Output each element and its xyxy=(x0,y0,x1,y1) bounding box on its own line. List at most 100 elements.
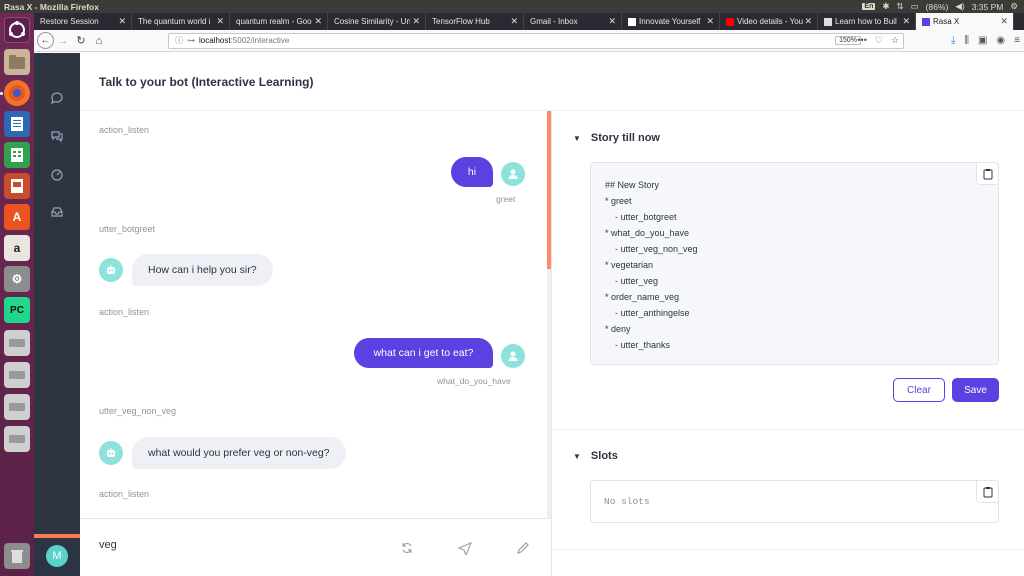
sidebar-icon[interactable]: ▣ xyxy=(978,35,987,46)
story-line: - utter_anthingelse xyxy=(605,308,690,318)
browser-tab-active[interactable]: Rasa X ✕ xyxy=(916,13,1014,30)
page-actions-icon[interactable]: ••• xyxy=(857,35,866,46)
browser-tab[interactable]: quantum realm - Goo ✕ xyxy=(230,13,328,30)
tab-label: TensorFlow Hub xyxy=(432,17,490,26)
browser-tab[interactable]: Restore Session ✕ xyxy=(34,13,132,30)
avatar[interactable]: M xyxy=(46,545,68,567)
close-icon[interactable]: ✕ xyxy=(412,16,420,27)
tab-label: quantum realm - Goo xyxy=(236,17,312,26)
message-composer xyxy=(80,518,552,576)
drive-icon[interactable] xyxy=(4,362,30,388)
drive-icon[interactable] xyxy=(4,330,30,356)
library-icon[interactable]: ⫼ xyxy=(964,35,969,46)
browser-tab[interactable]: Gmail - Inbox ✕ xyxy=(524,13,622,30)
close-icon[interactable]: ✕ xyxy=(608,16,616,27)
close-icon[interactable]: ✕ xyxy=(216,16,224,27)
home-icon[interactable]: ⌂ xyxy=(90,32,108,50)
ubuntu-dash-icon[interactable] xyxy=(4,17,30,43)
wifi-icon[interactable]: ⇅ xyxy=(897,1,904,12)
user-message[interactable]: hi xyxy=(451,157,493,187)
page-title: Talk to your bot (Interactive Learning) xyxy=(99,74,314,89)
amazon-icon[interactable]: a xyxy=(4,235,30,261)
trash-icon[interactable] xyxy=(4,543,30,569)
inbox-icon[interactable] xyxy=(48,203,66,221)
calc-icon[interactable] xyxy=(4,142,30,168)
download-icon[interactable]: ⤓ xyxy=(951,35,955,46)
intent-label[interactable]: greet xyxy=(496,194,515,204)
story-section-toggle[interactable]: ▼ Story till now xyxy=(573,132,660,144)
message-text: what can i get to eat? xyxy=(373,347,474,359)
account-icon[interactable]: ◉ xyxy=(996,35,1005,46)
story-line: - utter_veg xyxy=(605,276,659,286)
slots-section-toggle[interactable]: ▼ Slots xyxy=(573,450,618,462)
conversations-icon[interactable] xyxy=(48,127,66,145)
settings-icon[interactable]: ⚙ xyxy=(4,266,30,292)
clock[interactable]: 3:35 PM xyxy=(972,2,1004,12)
browser-tab[interactable]: Cosine Similarity - Un ✕ xyxy=(328,13,426,30)
drive-icon[interactable] xyxy=(4,394,30,420)
back-icon[interactable]: ← xyxy=(37,32,54,49)
user-avatar-icon xyxy=(501,344,525,368)
pencil-icon[interactable] xyxy=(514,539,532,557)
url-bar[interactable]: ⓘ ⊶ localhost:5002/interactive 150% ••• … xyxy=(168,32,904,49)
firefox-icon[interactable] xyxy=(4,80,30,106)
reload-icon[interactable]: ↻ xyxy=(72,32,90,50)
message-input[interactable] xyxy=(99,539,379,551)
intent-label[interactable]: what_do_you_have xyxy=(437,376,511,386)
connection-icon[interactable]: ⊶ xyxy=(187,36,195,45)
message-text: hi xyxy=(467,166,477,178)
bot-message[interactable]: How can i help you sir? xyxy=(132,254,273,286)
send-icon[interactable] xyxy=(456,539,474,557)
brand-strip xyxy=(34,534,80,538)
info-icon[interactable]: ⓘ xyxy=(175,35,183,46)
divider xyxy=(552,429,1024,430)
close-icon[interactable]: ✕ xyxy=(314,16,322,27)
power-icon[interactable]: ⚙ xyxy=(1010,1,1018,12)
clipboard-icon[interactable] xyxy=(976,481,998,503)
browser-tab[interactable]: The quantum world i ✕ xyxy=(132,13,230,30)
close-icon[interactable]: ✕ xyxy=(804,16,812,27)
pycharm-icon[interactable]: PC xyxy=(4,297,30,323)
tab-label: Gmail - Inbox xyxy=(530,17,578,26)
chat-scrollbar[interactable] xyxy=(547,111,551,518)
browser-tab[interactable]: Learn how to Buil ✕ xyxy=(818,13,916,30)
clipboard-icon[interactable] xyxy=(976,163,998,185)
battery-percent: (86%) xyxy=(925,1,949,12)
close-icon[interactable]: ✕ xyxy=(118,16,126,27)
close-icon[interactable]: ✕ xyxy=(706,16,714,27)
story-line: - utter_botgreet xyxy=(605,212,677,222)
pocket-icon[interactable]: ♡ xyxy=(875,35,883,46)
forward-icon[interactable]: → xyxy=(54,32,72,50)
save-button[interactable]: Save xyxy=(952,378,999,402)
chat-bubble-icon[interactable] xyxy=(48,89,66,107)
user-message[interactable]: what can i get to eat? xyxy=(354,338,493,368)
software-center-icon[interactable]: A xyxy=(4,204,30,230)
chat-scrollbar-thumb[interactable] xyxy=(547,111,551,269)
close-icon[interactable]: ✕ xyxy=(510,16,518,27)
tab-label: Restore Session xyxy=(40,17,99,26)
youtube-icon xyxy=(726,17,734,26)
bookmark-star-icon[interactable]: ☆ xyxy=(891,35,899,46)
browser-tab[interactable]: Video details - You ✕ xyxy=(720,13,818,30)
story-line: * deny xyxy=(605,324,631,334)
files-icon[interactable] xyxy=(4,49,30,75)
clear-button[interactable]: Clear xyxy=(893,378,945,402)
impress-icon[interactable] xyxy=(4,173,30,199)
drive-icon[interactable] xyxy=(4,426,30,452)
dashboard-icon[interactable] xyxy=(48,165,66,183)
battery-icon[interactable]: ▭ xyxy=(911,1,919,12)
keyboard-indicator[interactable]: En xyxy=(862,3,876,10)
bot-message[interactable]: what would you prefer veg or non-veg? xyxy=(132,437,346,469)
browser-tab[interactable]: Innovate Yourself ✕ xyxy=(622,13,720,30)
close-icon[interactable]: ✕ xyxy=(902,16,910,27)
browser-tab[interactable]: TensorFlow Hub ✕ xyxy=(426,13,524,30)
writer-icon[interactable] xyxy=(4,111,30,137)
menu-icon[interactable]: ≡ xyxy=(1014,35,1020,46)
tab-label: The quantum world i xyxy=(138,17,211,26)
close-icon[interactable]: ✕ xyxy=(1000,16,1008,27)
system-tray: En ✱ ⇅ ▭ (86%) ◀) 3:35 PM ⚙ xyxy=(862,1,1024,12)
favicon-icon xyxy=(824,17,832,26)
volume-icon[interactable]: ◀) xyxy=(955,1,964,12)
bluetooth-icon[interactable]: ✱ xyxy=(882,1,889,12)
restart-icon[interactable] xyxy=(398,539,416,557)
